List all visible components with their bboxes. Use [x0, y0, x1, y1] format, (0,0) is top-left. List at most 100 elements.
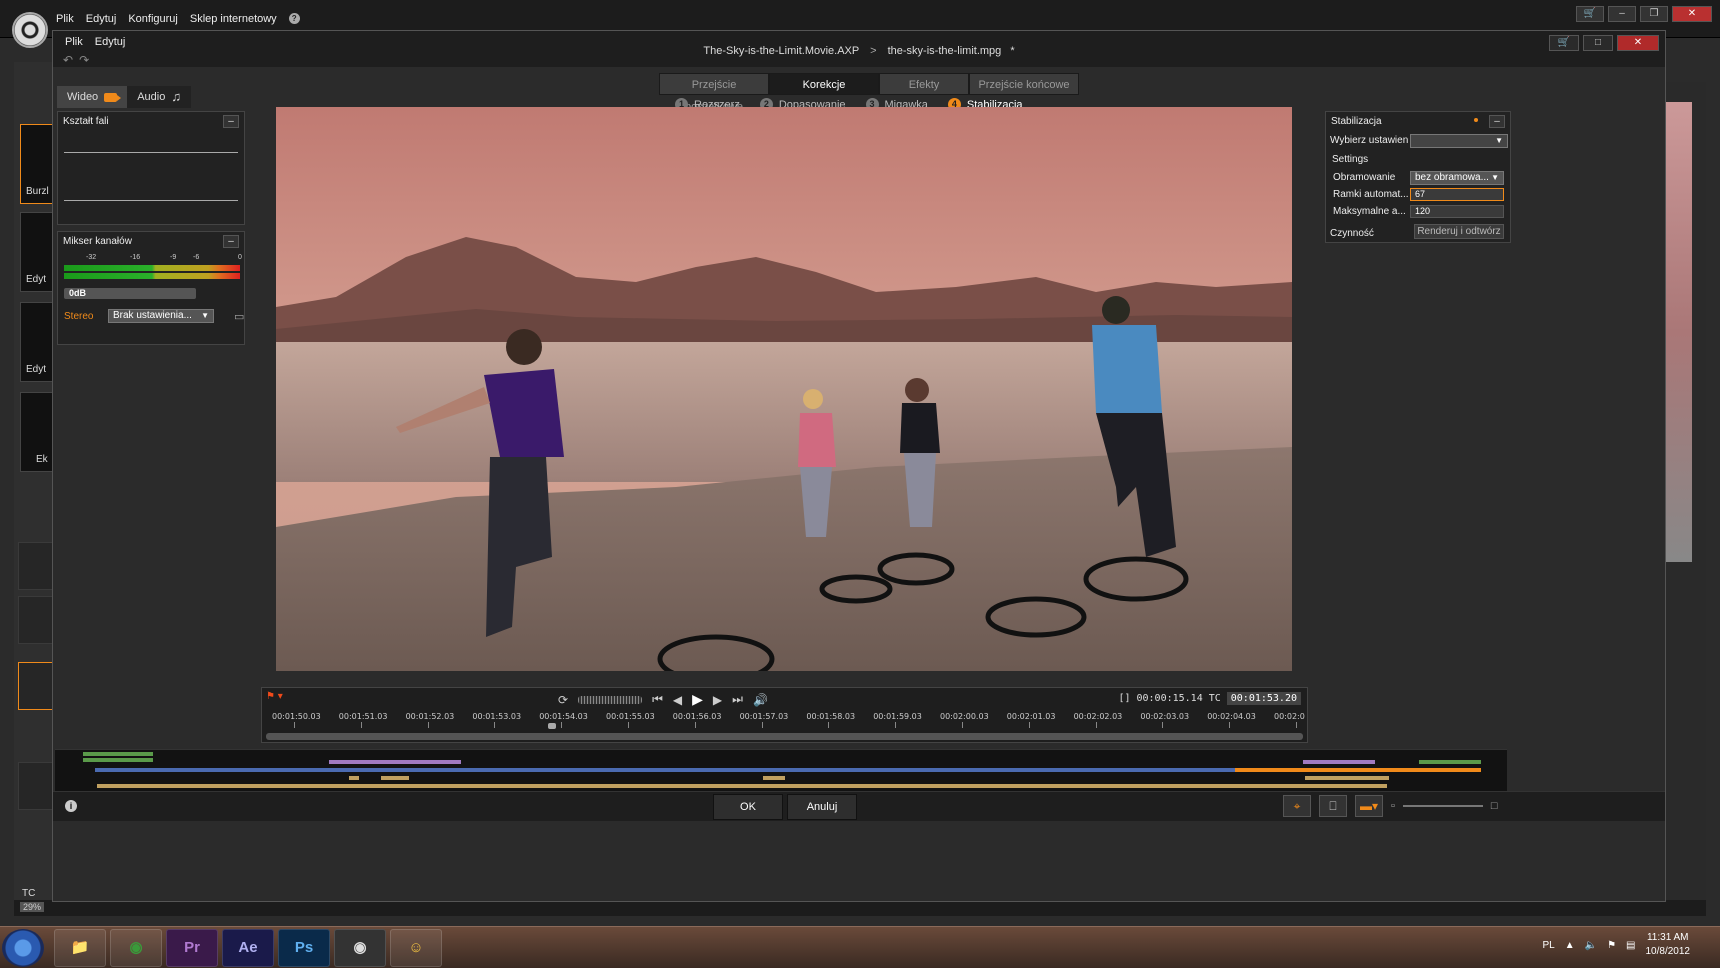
tab-closing-transition[interactable]: Przejście końcowe: [969, 73, 1079, 95]
loop-icon[interactable]: ⟳: [558, 693, 568, 707]
play-icon[interactable]: ▶: [692, 691, 703, 708]
go-to-start-icon[interactable]: ⏮: [652, 692, 663, 707]
track-header[interactable]: [18, 762, 54, 810]
ok-button[interactable]: OK: [713, 794, 783, 820]
clip-bar: [95, 768, 1235, 772]
cart-icon[interactable]: 🛒: [1549, 35, 1579, 51]
playback-controls: ⟳ ⏮ ◀ ▶ ▶ ⏭ 🔊: [558, 691, 768, 708]
tab-corrections[interactable]: Korekcje: [769, 73, 879, 95]
max-input[interactable]: 120: [1410, 205, 1504, 218]
menu-sklep[interactable]: Sklep internetowy: [190, 13, 277, 25]
after-effects-icon[interactable]: Ae: [222, 929, 274, 967]
menu-edytuj[interactable]: Edytuj: [86, 13, 117, 25]
ruler-timestamp: 00:01:57.03: [739, 712, 789, 721]
close-button[interactable]: ✕: [1617, 35, 1659, 51]
go-to-end-icon[interactable]: ⏭: [732, 692, 743, 707]
collapse-button[interactable]: –: [1489, 115, 1505, 128]
menu-konfiguruj[interactable]: Konfiguruj: [128, 13, 178, 25]
volume-icon[interactable]: 🔊: [753, 693, 768, 707]
current-timecode[interactable]: 00:01:53.20: [1226, 692, 1301, 705]
zoom-in-icon[interactable]: □: [1491, 800, 1498, 812]
zoom-percent[interactable]: 29%: [20, 902, 45, 912]
chevron-down-icon: ▼: [201, 311, 209, 320]
meter-scale-label: -9: [170, 254, 177, 261]
close-button[interactable]: ✕: [1672, 6, 1712, 22]
cart-icon[interactable]: 🛒: [1576, 6, 1604, 22]
auto-frames-input[interactable]: 67: [1410, 188, 1504, 201]
render-and-play-button[interactable]: Renderuj i odtwórz: [1414, 224, 1504, 239]
crosshair-icon[interactable]: ⌖: [1283, 795, 1311, 817]
tab-label: Audio: [137, 91, 166, 103]
level-meter-right: [64, 273, 240, 279]
help-icon[interactable]: ?: [288, 13, 300, 24]
clip-bar: [349, 776, 359, 780]
border-select[interactable]: bez obramowa... ▼: [1410, 171, 1504, 185]
mini-timeline[interactable]: [55, 749, 1507, 793]
ruler-tick: [828, 722, 830, 728]
ruler-timestamp: 00:02:04.03: [1207, 712, 1256, 721]
app-logo-icon[interactable]: [12, 12, 48, 48]
maximize-button[interactable]: □: [1583, 35, 1613, 51]
jog-wheel[interactable]: [578, 695, 643, 704]
external-monitor-icon[interactable]: ⎕: [1319, 795, 1347, 817]
collapse-button[interactable]: –: [223, 235, 239, 248]
gain-label: 0dB: [69, 288, 87, 298]
equalizer-icon[interactable]: ▭: [234, 310, 244, 323]
menu-plik[interactable]: Plik: [56, 13, 74, 25]
correction-dialog: Plik Edytuj ↶ ↷ The-Sky-is-the-Limit.Mov…: [52, 30, 1666, 902]
network-icon[interactable]: ▤: [1626, 940, 1635, 951]
timeline-ruler[interactable]: 00:01:50.03 00:01:51.03 00:01:52.03 00:01:5…: [266, 712, 1305, 732]
info-icon[interactable]: i: [65, 800, 77, 812]
track-header[interactable]: [18, 542, 54, 590]
mixer-preset-select[interactable]: Brak ustawienia... ▼: [108, 309, 214, 323]
step-forward-icon[interactable]: ▶: [713, 693, 722, 707]
zoom-out-icon[interactable]: ▫: [1391, 800, 1395, 812]
action-label: Czynność: [1330, 228, 1374, 239]
gain-slider[interactable]: 0dB: [64, 288, 196, 299]
outer-statusbar: 29%: [14, 900, 1706, 916]
choose-preset-select[interactable]: ▼: [1410, 134, 1508, 148]
marker-icon[interactable]: ⚑ ▾: [266, 691, 283, 702]
ruler-timestamp: 00:02:00.03: [940, 712, 989, 721]
collapse-button[interactable]: –: [223, 115, 239, 128]
cancel-button[interactable]: Anuluj: [787, 794, 857, 820]
start-button[interactable]: [2, 929, 44, 967]
caption-arrow: >: [870, 45, 877, 57]
flag-icon[interactable]: ⚑: [1607, 940, 1616, 951]
chrome-icon[interactable]: ◉: [110, 929, 162, 967]
premiere-icon[interactable]: Pr: [166, 929, 218, 967]
stereo-label: Stereo: [64, 311, 94, 322]
restore-button[interactable]: ❐: [1640, 6, 1668, 22]
choose-preset-label: Wybierz ustawien: [1330, 135, 1409, 146]
photoshop-icon[interactable]: Ps: [278, 929, 330, 967]
pinnacle-studio-icon[interactable]: ◉: [334, 929, 386, 967]
waveform-channel: [64, 200, 238, 201]
volume-tray-icon[interactable]: 🔈: [1585, 940, 1597, 951]
clock[interactable]: 11:31 AM 10/8/2012: [1646, 931, 1691, 959]
tab-video[interactable]: Wideo: [57, 86, 128, 108]
playhead-handle[interactable]: [548, 723, 556, 729]
language-indicator[interactable]: PL: [1542, 940, 1554, 951]
tab-opening-transition[interactable]: Przejście początkowe: [659, 73, 769, 113]
track-header[interactable]: [18, 596, 54, 644]
footer-tools: ⌖ ⎕ ▬▾ ▫ □: [1283, 795, 1498, 817]
smiley-app-icon[interactable]: ☺: [390, 929, 442, 967]
overlay-color-icon[interactable]: ▬▾: [1355, 795, 1383, 817]
timeline-scrollbar[interactable]: [266, 733, 1303, 740]
explorer-icon[interactable]: 📁: [54, 929, 106, 967]
ruler-timestamp: 00:01:52.03: [405, 712, 455, 721]
tab-audio[interactable]: Audio ♫: [127, 86, 192, 108]
video-preview[interactable]: [276, 107, 1292, 671]
zoom-slider[interactable]: [1402, 805, 1483, 807]
ruler-timestamp: 00:01:58.03: [806, 712, 856, 721]
dialog-caption: The-Sky-is-the-Limit.Movie.AXP > the-sky…: [53, 45, 1665, 57]
clock-date: 10/8/2012: [1645, 946, 1691, 957]
step-back-icon[interactable]: ◀: [673, 693, 682, 707]
tab-effects[interactable]: Efekty: [879, 73, 969, 95]
ruler-tick: [694, 722, 696, 728]
tray-expand-icon[interactable]: ▲: [1565, 940, 1575, 951]
minimize-button[interactable]: –: [1608, 6, 1636, 22]
track-header[interactable]: [18, 662, 54, 710]
clip-bar: [97, 784, 1387, 788]
ruler-tick: [962, 722, 963, 728]
